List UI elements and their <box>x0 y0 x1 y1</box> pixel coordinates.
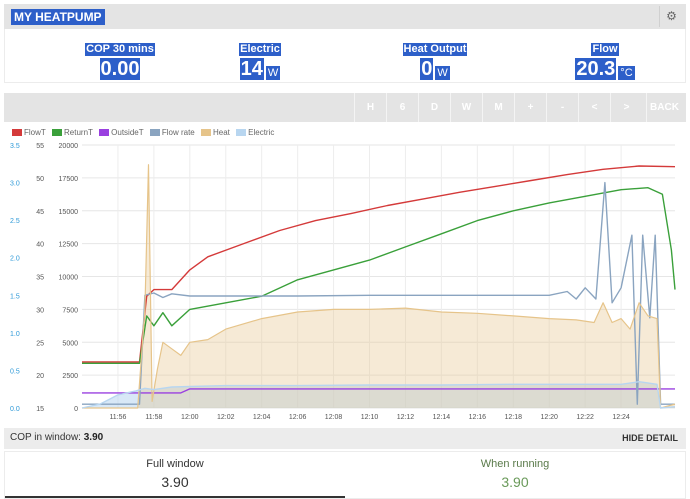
y-tick-temp: 45 <box>36 209 44 216</box>
x-tick-label: 11:56 <box>109 414 126 421</box>
y-tick-temp: 35 <box>36 275 44 282</box>
stat-cop: COP 30 mins 0.00 <box>65 39 175 80</box>
range-day-button[interactable]: D <box>418 93 450 122</box>
range-month-button[interactable]: M <box>482 93 514 122</box>
y-tick-flowrate: 0.0 <box>10 406 20 413</box>
stat-heat-output: Heat Output 0W <box>380 39 490 80</box>
summary-value: 3.90 <box>161 474 189 490</box>
x-tick-label: 11:58 <box>145 414 162 421</box>
y-tick-flowrate: 2.5 <box>10 218 20 225</box>
x-tick-label: 12:08 <box>325 414 343 421</box>
stat-unit: °C <box>618 66 635 80</box>
y-tick-temp: 20 <box>36 373 44 380</box>
zoom-out-button[interactable]: - <box>546 93 578 122</box>
y-tick-power: 12500 <box>59 242 79 249</box>
chart-plot: 0.0 0.5 1.0 1.5 2.0 2.5 3.0 3.5 15 20 25 30 35 40 45 50… <box>10 143 676 421</box>
x-tick-label: 12:06 <box>289 414 307 421</box>
live-stats-panel: COP 30 mins 0.00 Electric 14 W Heat Outpu… <box>4 29 686 83</box>
x-tick-label: 12:12 <box>397 414 415 421</box>
series-heat-area <box>82 164 675 408</box>
summary-full-window[interactable]: Full window 3.90 <box>5 458 345 490</box>
y-tick-flowrate: 1.0 <box>10 331 20 338</box>
y-tick-temp: 30 <box>36 307 44 314</box>
pan-right-button[interactable]: > <box>610 93 642 122</box>
stat-label: COP 30 mins <box>85 43 155 56</box>
y-tick-flowrate: 2.0 <box>10 256 20 263</box>
x-tick-label: 12:16 <box>469 414 487 421</box>
y-tick-power: 17500 <box>59 176 79 183</box>
stat-label: Electric <box>239 43 281 56</box>
stat-unit: W <box>265 66 281 80</box>
y-tick-temp: 50 <box>36 176 44 183</box>
x-tick-label: 12:22 <box>576 414 594 421</box>
summary-label: When running <box>480 458 550 470</box>
y-tick-power: 2500 <box>62 373 78 380</box>
y-tick-flowrate: 3.5 <box>10 143 20 150</box>
stat-label: Heat Output <box>402 43 468 56</box>
stat-value: 0.00 <box>99 58 141 80</box>
stat-value: 0 <box>420 58 434 80</box>
cop-window-bar: COP in window: 3.90 HIDE DETAIL <box>4 428 686 449</box>
x-tick-label: 12:18 <box>505 414 523 421</box>
cop-window-text: COP in window: 3.90 <box>10 432 103 443</box>
x-tick-label: 12:14 <box>433 414 451 421</box>
cop-summary: Full window 3.90 When running 3.90 <box>4 451 686 499</box>
y-tick-power: 20000 <box>59 143 79 150</box>
stat-electric: Electric 14 W <box>215 39 305 80</box>
y-tick-flowrate: 3.0 <box>10 181 20 188</box>
y-tick-temp: 15 <box>36 406 44 413</box>
app-title: MY HEATPUMP <box>11 9 105 25</box>
heatpump-chart[interactable]: FlowT ReturnT OutsideT Flow rate Heat El… <box>4 124 686 424</box>
summary-when-running[interactable]: When running 3.90 <box>345 458 685 490</box>
y-tick-temp: 40 <box>36 242 44 249</box>
x-tick-label: 12:20 <box>540 414 558 421</box>
stat-label: Flow <box>591 43 619 56</box>
x-tick-label: 12:02 <box>217 414 235 421</box>
y-tick-flowrate: 0.5 <box>10 368 20 375</box>
summary-label: Full window <box>146 458 204 470</box>
range-week-button[interactable]: W <box>450 93 482 122</box>
active-tab-underline <box>5 496 345 498</box>
y-tick-power: 10000 <box>59 275 79 282</box>
chart-toolbar: H 6 D W M + - < > BACK <box>4 93 686 122</box>
y-tick-power: 7500 <box>62 307 78 314</box>
y-tick-flowrate: 1.5 <box>10 293 20 300</box>
stat-value: 20.3 <box>575 58 617 80</box>
y-tick-power: 15000 <box>59 209 79 216</box>
pan-left-button[interactable]: < <box>578 93 610 122</box>
y-tick-power: 5000 <box>62 340 78 347</box>
stat-unit: W <box>435 66 450 80</box>
cop-window-value: 3.90 <box>83 432 104 443</box>
zoom-in-button[interactable]: + <box>514 93 546 122</box>
y-tick-temp: 55 <box>36 143 44 150</box>
app-header: MY HEATPUMP ⚙ <box>4 4 686 29</box>
gear-icon[interactable]: ⚙ <box>659 6 683 27</box>
x-tick-label: 12:10 <box>361 414 379 421</box>
x-tick-label: 12:24 <box>612 414 630 421</box>
hide-detail-button[interactable]: HIDE DETAIL <box>622 433 678 443</box>
summary-value: 3.90 <box>501 474 529 490</box>
stat-value: 14 <box>239 58 264 80</box>
range-hour-button[interactable]: H <box>354 93 386 122</box>
cop-window-label: COP in window: <box>10 432 81 443</box>
y-tick-power: 0 <box>74 406 78 413</box>
y-tick-temp: 25 <box>36 340 44 347</box>
x-tick-label: 12:00 <box>181 414 199 421</box>
range-6h-button[interactable]: 6 <box>386 93 418 122</box>
x-tick-label: 12:04 <box>253 414 271 421</box>
back-button[interactable]: BACK <box>646 93 682 122</box>
stat-flow: Flow 20.3 °C <box>550 39 660 80</box>
